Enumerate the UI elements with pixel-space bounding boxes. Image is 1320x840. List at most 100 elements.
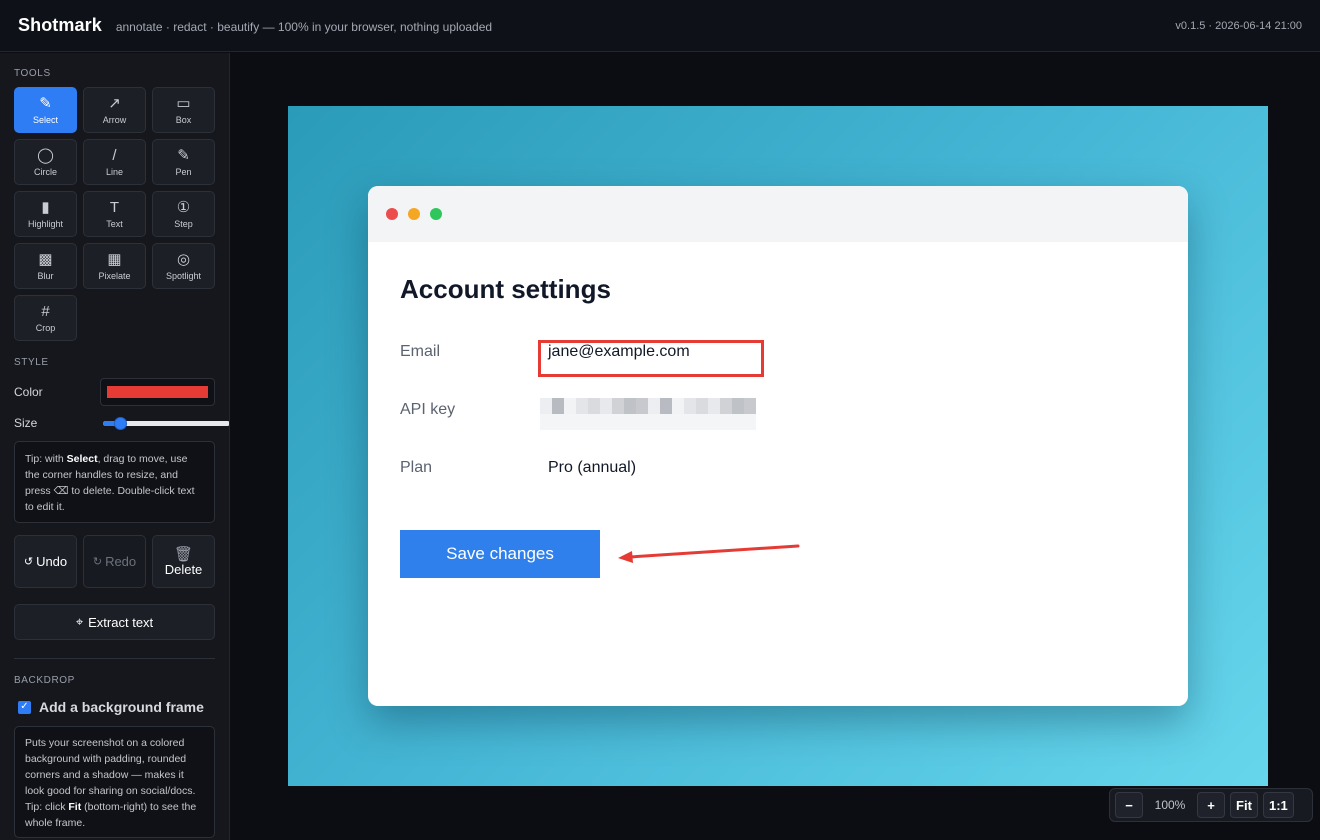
tip-text: Tip: with bbox=[25, 453, 67, 465]
redo-button[interactable]: ↻ Redo bbox=[83, 535, 146, 588]
circle-icon: ◯ bbox=[37, 146, 54, 164]
zoom-fit-button[interactable]: Fit bbox=[1230, 792, 1258, 818]
color-picker[interactable] bbox=[100, 378, 215, 406]
tool-label: Spotlight bbox=[165, 271, 202, 281]
zoom-actual-size-button[interactable]: 1:1 bbox=[1263, 792, 1294, 818]
tool-label: Line bbox=[105, 167, 123, 177]
canvas-area[interactable]: Account settings Email jane@example.com … bbox=[231, 53, 1320, 840]
plan-label: Plan bbox=[400, 459, 433, 476]
tool-label: Step bbox=[174, 219, 193, 229]
page-title: Account settings bbox=[400, 274, 611, 304]
pixel-block bbox=[744, 414, 756, 430]
extract-text-label: Extract text bbox=[88, 614, 154, 630]
pixelate-icon: ▦ bbox=[107, 250, 122, 268]
zoom-level: 100% bbox=[1154, 798, 1186, 812]
tool-label: Highlight bbox=[27, 219, 64, 229]
text-icon: T bbox=[109, 198, 120, 216]
color-label: Color bbox=[14, 385, 43, 399]
zoom-out-button[interactable]: − bbox=[1115, 792, 1143, 818]
undo-icon: ↺ bbox=[23, 556, 34, 568]
zoom-in-button[interactable]: + bbox=[1197, 792, 1225, 818]
pixel-block bbox=[588, 398, 600, 414]
background-frame[interactable]: Account settings Email jane@example.com … bbox=[288, 106, 1268, 786]
save-changes-button: Save changes bbox=[400, 530, 600, 578]
pixelated-api-key[interactable] bbox=[540, 398, 756, 430]
pixel-block bbox=[624, 398, 636, 414]
line-icon: / bbox=[112, 146, 117, 164]
backdrop-toggle[interactable]: ✓ Add a background frame bbox=[18, 699, 204, 715]
pixel-block bbox=[672, 398, 684, 414]
pixel-block bbox=[648, 398, 660, 414]
pixel-block bbox=[636, 414, 648, 430]
email-label: Email bbox=[400, 343, 441, 360]
spotlight-icon: ◎ bbox=[176, 250, 191, 268]
pixel-block bbox=[732, 414, 744, 430]
delete-button[interactable]: 🗑 Delete bbox=[152, 535, 215, 588]
crop-icon: # bbox=[41, 302, 50, 320]
tool-label: Pen bbox=[175, 167, 192, 177]
pixel-block bbox=[624, 414, 636, 430]
pixel-block bbox=[684, 414, 696, 430]
backdrop-checkbox[interactable]: ✓ bbox=[18, 700, 31, 714]
pen-icon: ✎ bbox=[177, 146, 190, 164]
maximize-dot-icon bbox=[430, 208, 442, 220]
blur-icon: ▩ bbox=[38, 250, 53, 268]
pixel-block bbox=[660, 398, 672, 414]
pixel-block bbox=[600, 414, 612, 430]
pixel-block bbox=[564, 414, 576, 430]
app-tagline: annotate · redact · beautify — 100% in y… bbox=[115, 19, 493, 34]
tools-section-label: TOOLS bbox=[14, 68, 51, 79]
tool-label: Text bbox=[106, 219, 123, 229]
version-info: v0.1.5 · 2026-06-14 21:00 bbox=[1175, 19, 1302, 32]
arrow-annotation[interactable] bbox=[368, 186, 1188, 706]
pixel-block bbox=[636, 398, 648, 414]
select-tip: Tip: with Select, drag to move, use the … bbox=[14, 441, 215, 523]
pixel-block bbox=[720, 398, 732, 414]
color-swatch bbox=[107, 386, 208, 398]
app-brand: Shotmark bbox=[18, 15, 102, 35]
size-slider[interactable] bbox=[103, 417, 229, 430]
pixel-block bbox=[720, 414, 732, 430]
tool-crop-button[interactable]: # Crop bbox=[14, 295, 77, 341]
tool-label: Circle bbox=[33, 167, 57, 177]
extract-text-button[interactable]: ⌖ Extract text bbox=[14, 604, 215, 640]
pixel-block bbox=[660, 414, 672, 430]
tool-select-button[interactable]: ✎ Select bbox=[14, 87, 77, 133]
box-icon: ▭ bbox=[176, 94, 191, 112]
sidebar-divider bbox=[14, 658, 215, 659]
size-label: Size bbox=[14, 416, 38, 430]
tool-label: Crop bbox=[35, 323, 56, 333]
tool-line-button[interactable]: / Line bbox=[83, 139, 146, 185]
slider-thumb[interactable] bbox=[114, 417, 127, 430]
box-annotation[interactable] bbox=[538, 340, 764, 377]
tool-pen-button[interactable]: ✎ Pen bbox=[152, 139, 215, 185]
pixel-block bbox=[672, 414, 684, 430]
pixel-block bbox=[744, 398, 756, 414]
window-titlebar bbox=[368, 186, 1188, 242]
pixel-block bbox=[732, 398, 744, 414]
tool-blur-button[interactable]: ▩ Blur bbox=[14, 243, 77, 289]
undo-label: Undo bbox=[36, 554, 68, 569]
tool-highlight-button[interactable]: ▮ Highlight bbox=[14, 191, 77, 237]
sidebar: TOOLS ✎ Select ↗ Arrow ▭ Box ◯ Circle / Line ✎ Pen ▮… bbox=[0, 53, 230, 840]
tool-box-button[interactable]: ▭ Box bbox=[152, 87, 215, 133]
trash-icon: 🗑 bbox=[173, 545, 194, 563]
pixel-block bbox=[708, 414, 720, 430]
tip-bold: Select bbox=[66, 453, 98, 465]
backdrop-checkbox-label[interactable]: Add a background frame bbox=[39, 699, 204, 715]
style-section-label: STYLE bbox=[14, 357, 49, 368]
tool-circle-button[interactable]: ◯ Circle bbox=[14, 139, 77, 185]
tool-step-button[interactable]: ① Step bbox=[152, 191, 215, 237]
pixel-block bbox=[684, 398, 696, 414]
pixel-block bbox=[696, 414, 708, 430]
tool-pixelate-button[interactable]: ▦ Pixelate bbox=[83, 243, 146, 289]
tool-arrow-button[interactable]: ↗ Arrow bbox=[83, 87, 146, 133]
undo-button[interactable]: ↺ Undo bbox=[14, 535, 77, 588]
pixel-block bbox=[576, 414, 588, 430]
tool-label: Pixelate bbox=[98, 271, 131, 281]
tool-text-button[interactable]: T Text bbox=[83, 191, 146, 237]
screenshot-window[interactable]: Account settings Email jane@example.com … bbox=[368, 186, 1188, 706]
pixel-block bbox=[576, 398, 588, 414]
tool-spotlight-button[interactable]: ◎ Spotlight bbox=[152, 243, 215, 289]
pixel-block bbox=[708, 398, 720, 414]
